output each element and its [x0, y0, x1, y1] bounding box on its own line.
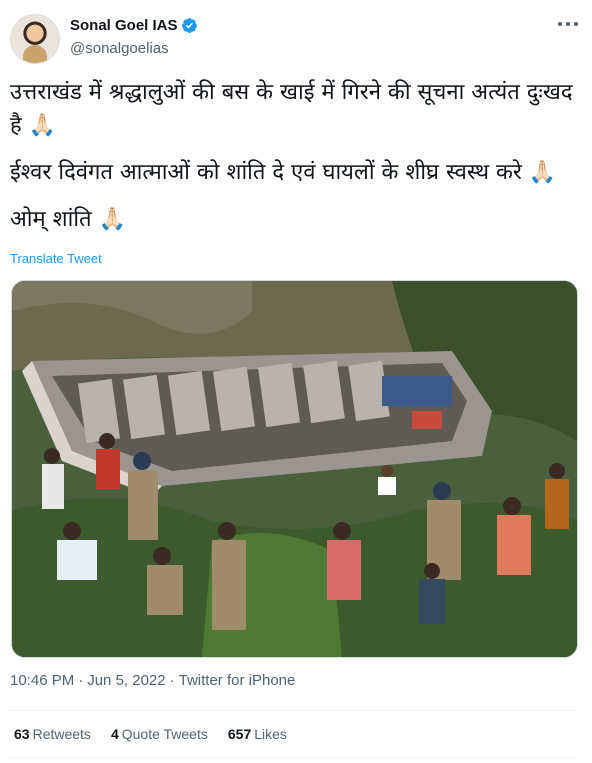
- engagement-stats: 63 Retweets 4 Quote Tweets 657 Likes: [14, 726, 307, 742]
- author-handle[interactable]: @sonalgoelias: [70, 40, 169, 57]
- tweet-line-3: ओम् शांति 🙏🏻: [10, 207, 126, 232]
- retweets-stat[interactable]: 63 Retweets: [14, 726, 91, 742]
- verified-badge-icon: [181, 18, 197, 33]
- tweet-meta: 10:46 PM · Jun 5, 2022 · Twitter for iPhone: [10, 672, 296, 689]
- tweet-photo[interactable]: [11, 280, 578, 658]
- divider-top: [10, 710, 576, 711]
- tweet-date[interactable]: Jun 5, 2022: [87, 672, 165, 689]
- author-name[interactable]: Sonal Goel IAS: [70, 17, 178, 34]
- translate-tweet-link[interactable]: Translate Tweet: [10, 251, 102, 266]
- avatar[interactable]: [10, 14, 60, 64]
- more-options-icon[interactable]: [558, 22, 578, 28]
- quote-tweets-stat[interactable]: 4 Quote Tweets: [111, 726, 208, 742]
- tweet-line-1: उत्तराखंड में श्रद्धालुओं की बस के खाई म…: [10, 80, 573, 138]
- tweet-line-2: ईश्वर दिवंगत आत्माओं को शांति दे एवं घाय…: [10, 160, 557, 185]
- divider-bottom: [10, 757, 576, 758]
- tweet-header: Sonal Goel IAS @sonalgoelias: [10, 10, 582, 64]
- bus-accident-photo: [12, 281, 577, 657]
- likes-stat[interactable]: 657 Likes: [228, 726, 287, 742]
- author-name-row: Sonal Goel IAS: [70, 17, 198, 34]
- tweet-source[interactable]: Twitter for iPhone: [179, 672, 296, 689]
- tweet-time[interactable]: 10:46 PM: [10, 672, 74, 689]
- tweet-text: उत्तराखंड में श्रद्धालुओं की बस के खाई म…: [10, 76, 582, 236]
